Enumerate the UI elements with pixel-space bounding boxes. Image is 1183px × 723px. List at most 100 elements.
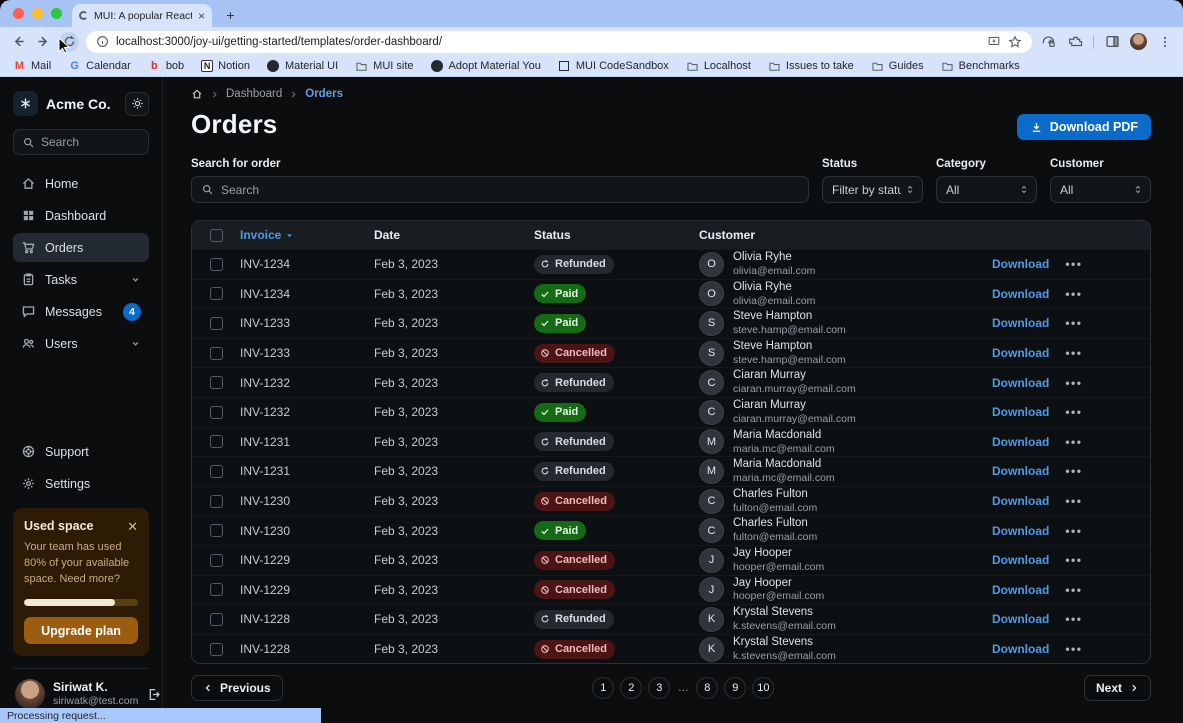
row-menu-button[interactable]: ••• [1065,494,1082,508]
download-link[interactable]: Download [992,257,1049,271]
bookmark-item[interactable]: bbob [148,60,184,73]
forward-icon[interactable] [34,33,52,51]
new-tab-button[interactable]: + [222,6,239,23]
status-filter-select[interactable]: Filter by status [822,176,923,203]
row-checkbox[interactable] [210,495,223,508]
row-menu-button[interactable]: ••• [1065,346,1082,360]
bookmark-item[interactable]: Benchmarks [941,60,1020,73]
download-link[interactable]: Download [992,316,1049,330]
bookmark-item[interactable]: Localhost [686,60,751,73]
download-link[interactable]: Download [992,642,1049,656]
address-bar[interactable]: localhost:3000/joy-ui/getting-started/te… [86,31,1032,53]
page-button-2[interactable]: 2 [620,677,642,699]
sidebar-search-input[interactable]: Search [13,129,149,155]
row-checkbox[interactable] [210,406,223,419]
row-menu-button[interactable]: ••• [1065,376,1082,390]
zoom-window-button[interactable] [51,8,62,19]
row-checkbox[interactable] [210,465,223,478]
select-all-checkbox[interactable] [210,229,223,242]
bookmark-item[interactable]: MUI site [355,60,413,73]
site-info-icon[interactable] [96,35,109,48]
sidebar-item-dashboard[interactable]: Dashboard [13,201,149,230]
extensions-icon[interactable] [1066,33,1084,51]
theme-toggle-button[interactable] [125,92,149,116]
row-menu-button[interactable]: ••• [1065,553,1082,567]
row-menu-button[interactable]: ••• [1065,464,1082,478]
download-link[interactable]: Download [992,494,1049,508]
browser-tab[interactable]: MUI: A popular React UI fram × [72,4,212,27]
sidebar-item-home[interactable]: Home [13,169,149,198]
page-button-9[interactable]: 9 [724,677,746,699]
bookmark-item[interactable]: Issues to take [768,60,854,73]
breadcrumb-orders[interactable]: Orders [305,88,343,100]
bookmark-item[interactable]: MUI CodeSandbox [558,60,669,73]
bookmark-item[interactable]: Material UI [267,60,338,73]
order-search-input[interactable]: Search [191,176,809,203]
row-checkbox[interactable] [210,376,223,389]
download-link[interactable]: Download [992,346,1049,360]
back-icon[interactable] [9,33,27,51]
sidebar-item-tasks[interactable]: Tasks [13,265,149,294]
sidebar-item-messages[interactable]: Messages4 [13,297,149,326]
upgrade-plan-button[interactable]: Upgrade plan [24,617,138,644]
close-window-button[interactable] [13,8,24,19]
previous-page-button[interactable]: Previous [191,675,283,701]
row-menu-button[interactable]: ••• [1065,316,1082,330]
bookmark-star-icon[interactable] [1008,35,1022,49]
row-checkbox[interactable] [210,524,223,537]
download-link[interactable]: Download [992,405,1049,419]
minimize-window-button[interactable] [32,8,43,19]
download-link[interactable]: Download [992,553,1049,567]
row-checkbox[interactable] [210,583,223,596]
tab-close-icon[interactable]: × [198,10,205,22]
bookmark-item[interactable]: Adopt Material You [431,60,541,73]
download-pdf-button[interactable]: Download PDF [1017,114,1151,140]
page-button-8[interactable]: 8 [696,677,718,699]
bookmark-item[interactable]: NNotion [201,60,250,72]
row-menu-button[interactable]: ••• [1065,524,1082,538]
row-checkbox[interactable] [210,258,223,271]
page-button-1[interactable]: 1 [592,677,614,699]
bookmark-item[interactable]: GCalendar [68,60,131,73]
browser-profile-avatar[interactable] [1130,33,1147,50]
download-link[interactable]: Download [992,464,1049,478]
row-menu-button[interactable]: ••• [1065,287,1082,301]
sidebar-item-orders[interactable]: Orders [13,233,149,262]
bookmark-item[interactable]: MMail [13,60,51,73]
invoice-column-header[interactable]: Invoice [240,228,374,242]
download-link[interactable]: Download [992,287,1049,301]
sidebar-item-settings[interactable]: Settings [13,469,149,498]
row-checkbox[interactable] [210,347,223,360]
download-link[interactable]: Download [992,435,1049,449]
row-menu-button[interactable]: ••• [1065,435,1082,449]
home-icon[interactable] [191,88,203,100]
url-text[interactable]: localhost:3000/joy-ui/getting-started/te… [116,36,980,48]
breadcrumb-dashboard[interactable]: Dashboard [226,88,282,100]
download-link[interactable]: Download [992,583,1049,597]
install-app-icon[interactable] [987,35,1001,48]
sidebar-item-support[interactable]: Support [13,437,149,466]
row-checkbox[interactable] [210,435,223,448]
download-link[interactable]: Download [992,376,1049,390]
customer-filter-select[interactable]: All [1050,176,1151,203]
row-checkbox[interactable] [210,317,223,330]
row-checkbox[interactable] [210,287,223,300]
kebab-menu-icon[interactable] [1156,33,1174,51]
next-page-button[interactable]: Next [1084,675,1151,701]
sidebar-item-users[interactable]: Users [13,329,149,358]
download-link[interactable]: Download [992,612,1049,626]
row-menu-button[interactable]: ••• [1065,405,1082,419]
side-panel-icon[interactable] [1103,33,1121,51]
row-menu-button[interactable]: ••• [1065,612,1082,626]
logout-icon[interactable] [146,687,161,702]
row-menu-button[interactable]: ••• [1065,583,1082,597]
category-filter-select[interactable]: All [936,176,1037,203]
privacy-guard-icon[interactable] [1039,33,1057,51]
row-checkbox[interactable] [210,613,223,626]
page-button-10[interactable]: 10 [752,677,774,699]
row-menu-button[interactable]: ••• [1065,642,1082,656]
page-button-3[interactable]: 3 [648,677,670,699]
row-menu-button[interactable]: ••• [1065,257,1082,271]
bookmark-item[interactable]: Guides [871,60,924,73]
row-checkbox[interactable] [210,643,223,656]
